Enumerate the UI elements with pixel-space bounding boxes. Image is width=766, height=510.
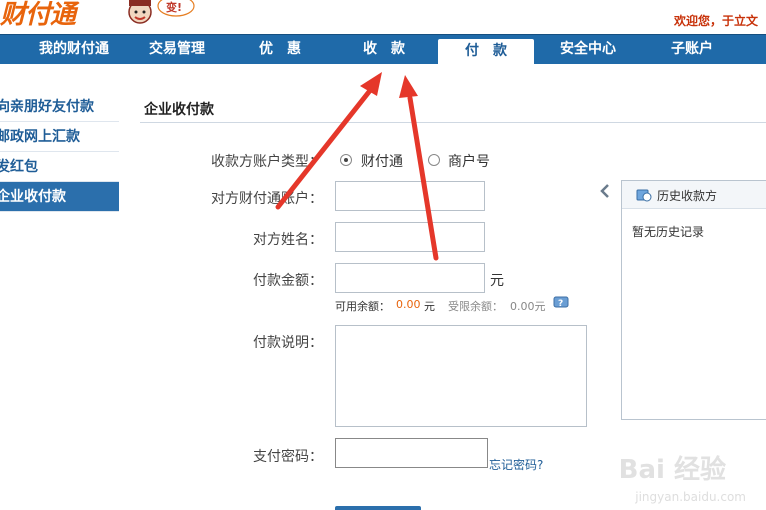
sidebar: 向亲朋好友付款 邮政网上汇款 发红包 企业收付款 (0, 92, 119, 212)
watermark-brand: Bai 经验 (618, 455, 726, 485)
password-input[interactable] (335, 438, 488, 468)
header: 财付通 变! 欢迎您，于立文 (0, 0, 766, 34)
main-nav: 我的财付通 交易管理 优 惠 收 款 付 款 安全中心 子账户 (0, 34, 766, 66)
sidebar-item-friend-pay[interactable]: 向亲朋好友付款 (0, 92, 119, 122)
account-type-label: 收款方账户类型： (211, 154, 323, 170)
description-label: 付款说明： (253, 335, 323, 351)
available-balance-value: 0.00 (396, 298, 421, 311)
limited-balance-label: 受限余额： (448, 300, 503, 313)
available-balance-unit: 元 (424, 300, 435, 313)
history-title: 历史收款方 (657, 189, 718, 203)
available-balance-label: 可用余额： (335, 300, 390, 313)
account-label: 对方财付通账户： (211, 191, 323, 207)
mascot-icon: 变! (128, 0, 195, 24)
amount-label: 付款金额： (253, 273, 323, 289)
history-icon (636, 189, 652, 202)
nav-trade-manage[interactable]: 交易管理 (128, 35, 226, 65)
title-divider (140, 122, 766, 123)
nav-collect[interactable]: 收 款 (336, 35, 432, 65)
radio-tenpay[interactable] (340, 154, 352, 166)
history-empty-text: 暂无历史记录 (632, 225, 705, 239)
password-label: 支付密码： (253, 449, 323, 465)
svg-text:?: ? (558, 299, 563, 309)
sidebar-item-postal-remit[interactable]: 邮政网上汇款 (0, 122, 119, 152)
history-header: 历史收款方 (622, 181, 766, 209)
welcome-text: 欢迎您，于立文 (673, 14, 758, 28)
radio-merchant-label[interactable]: 商户号 (448, 151, 490, 171)
nav-sub-account[interactable]: 子账户 (642, 35, 742, 65)
name-input[interactable] (335, 222, 485, 252)
submit-button[interactable] (335, 506, 421, 510)
mascot-bubble-text: 变! (166, 0, 182, 14)
collapse-arrow-icon[interactable] (600, 183, 610, 199)
limited-balance-value: 0.00元 (510, 300, 546, 313)
nav-my-tenpay[interactable]: 我的财付通 (20, 35, 128, 65)
nav-discount[interactable]: 优 惠 (232, 35, 328, 65)
history-panel: 历史收款方 暂无历史记录 (621, 180, 766, 420)
amount-input[interactable] (335, 263, 485, 293)
nav-security[interactable]: 安全中心 (540, 35, 636, 65)
help-icon[interactable]: ? (553, 296, 569, 310)
forgot-password-link[interactable]: 忘记密码? (489, 456, 543, 473)
tenpay-logo[interactable]: 财付通 (0, 0, 76, 31)
page-title: 企业收付款 (144, 102, 214, 118)
watermark-url: jingyan.baidu.com (635, 490, 746, 504)
description-textarea[interactable] (335, 325, 587, 427)
sidebar-item-red-packet[interactable]: 发红包 (0, 152, 119, 182)
sidebar-item-enterprise[interactable]: 企业收付款 (0, 182, 119, 212)
radio-merchant[interactable] (428, 154, 440, 166)
nav-pay[interactable]: 付 款 (438, 39, 534, 66)
account-input[interactable] (335, 181, 485, 211)
name-label: 对方姓名： (253, 232, 323, 248)
radio-tenpay-label[interactable]: 财付通 (361, 151, 403, 171)
amount-unit: 元 (490, 273, 504, 289)
